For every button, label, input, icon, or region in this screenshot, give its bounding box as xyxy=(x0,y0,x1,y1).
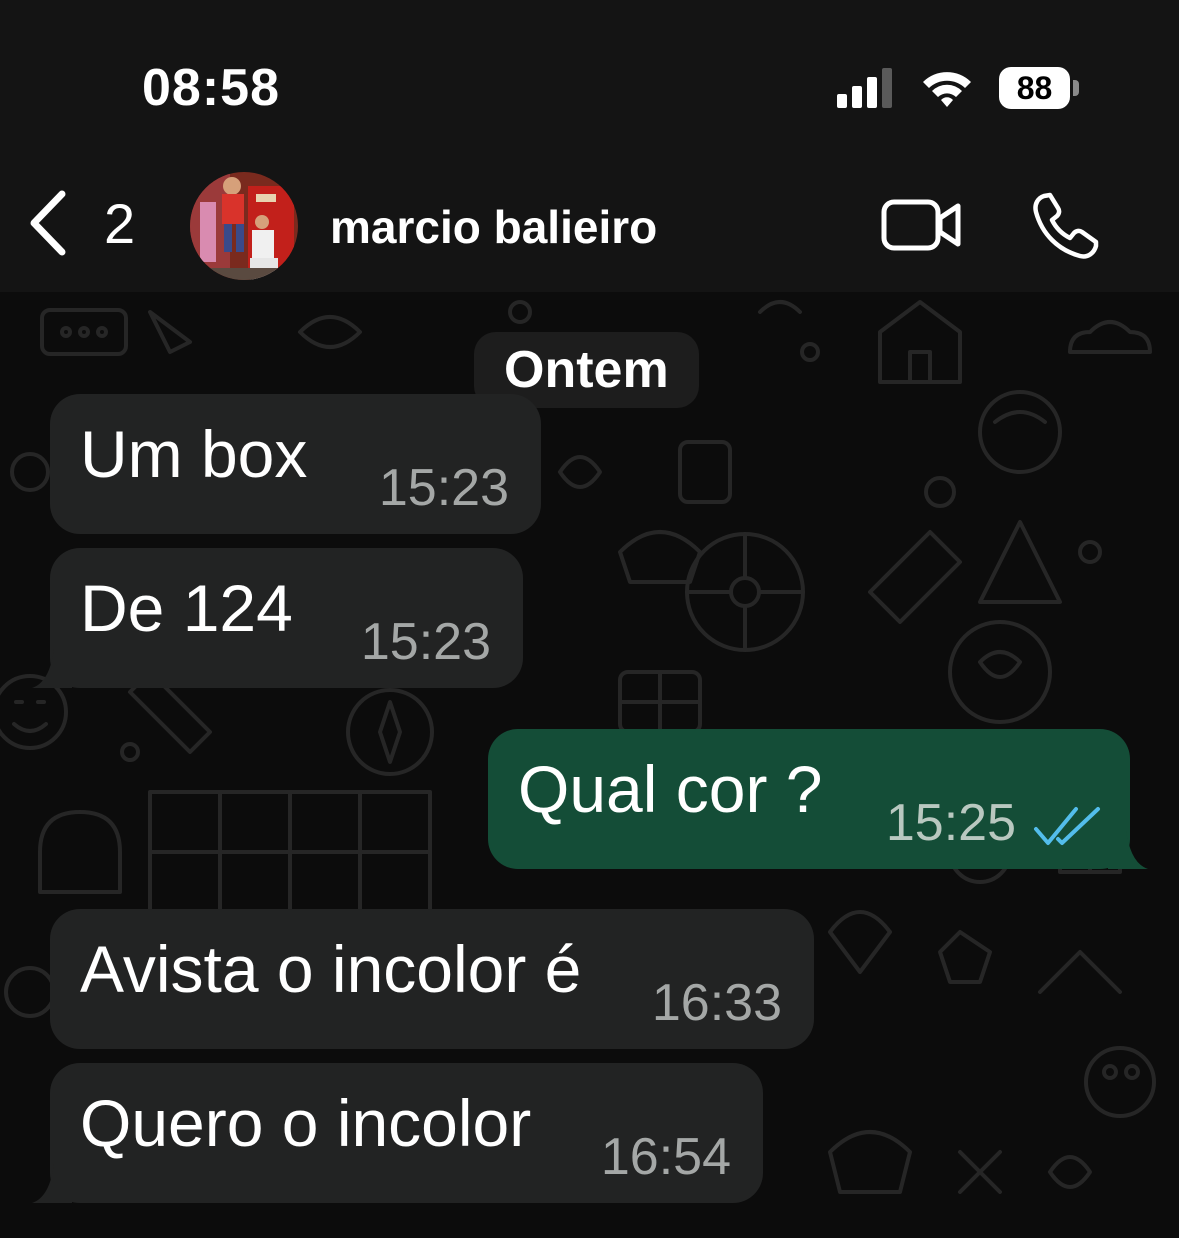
battery-icon: 88 xyxy=(999,67,1079,109)
contact-name[interactable]: marcio balieiro xyxy=(330,200,657,254)
message-time: 16:33 xyxy=(651,974,782,1032)
wifi-icon xyxy=(923,72,971,107)
status-time: 08:58 xyxy=(142,59,280,117)
avatar-photo xyxy=(190,172,298,280)
battery-level: 88 xyxy=(999,67,1071,109)
message-bubble-incoming[interactable]: De 124 15:23 xyxy=(32,548,523,688)
double-check-icon xyxy=(1034,807,1100,845)
battery-tip xyxy=(1073,80,1079,96)
bubble-tail xyxy=(32,1163,72,1203)
status-icons: 88 xyxy=(837,66,1079,110)
message-time: 15:23 xyxy=(360,613,491,671)
message-time: 15:25 xyxy=(885,794,1016,852)
signal-icon xyxy=(837,68,892,108)
bubble-tail xyxy=(1108,829,1148,869)
message-bubble-incoming[interactable]: Um box 15:23 xyxy=(50,394,541,534)
message-text: Quero o incolor xyxy=(80,1086,532,1160)
message-text: Qual cor ? xyxy=(518,752,823,826)
whatsapp-chat-screen: 08:58 88 2 marcio balieiro Ontem Um box … xyxy=(0,0,1179,1238)
message-bubble-incoming[interactable]: Quero o incolor 16:54 xyxy=(32,1063,763,1203)
message-text: Avista o incolor é xyxy=(80,932,582,1006)
unread-count: 2 xyxy=(104,191,136,255)
chat-header: 2 marcio balieiro xyxy=(0,160,1179,292)
message-bubble-incoming[interactable]: Avista o incolor é 16:33 xyxy=(50,909,814,1049)
video-camera-icon[interactable] xyxy=(880,194,962,256)
phone-icon[interactable] xyxy=(1030,190,1100,260)
avatar[interactable] xyxy=(190,172,298,280)
back-button[interactable]: 2 xyxy=(24,188,135,258)
chat-area[interactable]: Ontem Um box 15:23 De 124 15:23 Qual cor… xyxy=(0,292,1179,1238)
message-text: De 124 xyxy=(80,571,293,645)
message-text: Um box xyxy=(80,417,308,491)
message-time: 15:23 xyxy=(378,459,509,517)
chevron-left-icon xyxy=(30,190,66,256)
message-time: 16:54 xyxy=(600,1128,731,1186)
status-bar: 08:58 88 xyxy=(0,0,1179,160)
message-bubble-outgoing[interactable]: Qual cor ? 15:25 xyxy=(488,729,1148,869)
bubble-tail xyxy=(32,648,72,688)
